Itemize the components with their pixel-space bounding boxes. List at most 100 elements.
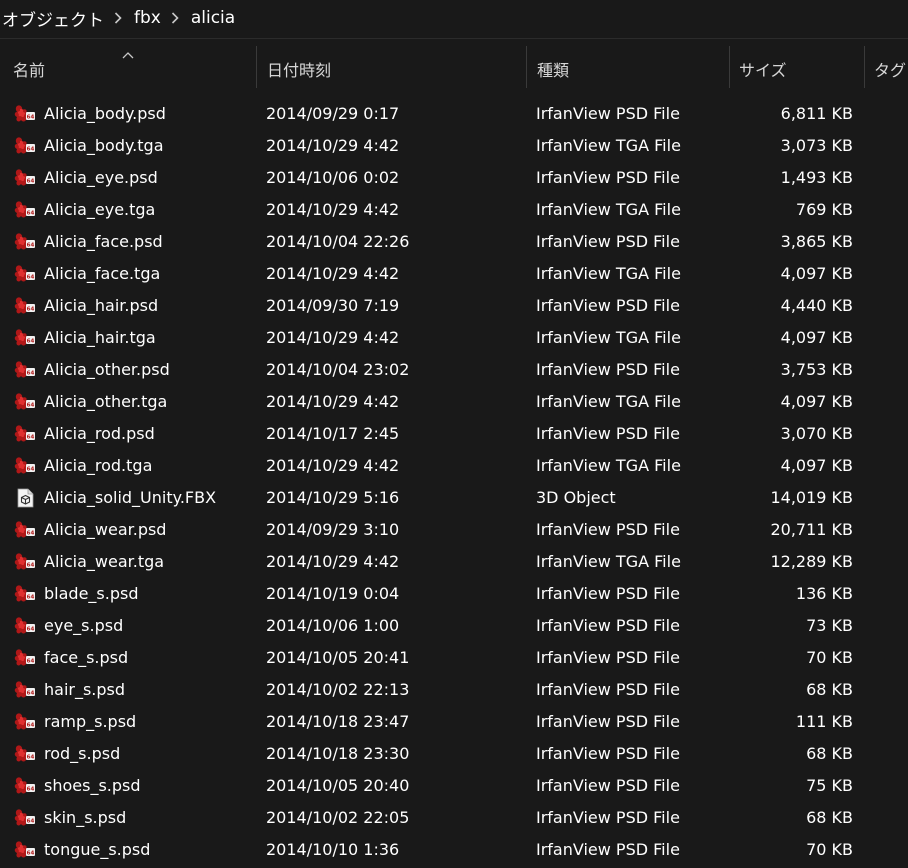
file-row[interactable]: 64 face_s.psd 2014/10/05 20:41 IrfanView PS… <box>0 642 908 674</box>
svg-text:64: 64 <box>27 595 35 601</box>
file-row[interactable]: 64 Alicia_wear.psd 2014/09/29 3:10 IrfanVie… <box>0 514 908 546</box>
file-row[interactable]: 64 Alicia_body.tga 2014/10/29 4:42 IrfanVie… <box>0 130 908 162</box>
file-type: IrfanView PSD File <box>536 808 680 827</box>
column-resize-handle[interactable] <box>864 46 865 88</box>
column-header-tags[interactable]: タグ <box>874 57 906 81</box>
file-name: eye_s.psd <box>44 616 124 635</box>
3d-object-icon <box>14 488 36 508</box>
irfanview-icon: 64 <box>14 712 36 732</box>
file-size: 3,073 KB <box>780 136 853 155</box>
file-type: IrfanView PSD File <box>536 360 680 379</box>
column-resize-handle[interactable] <box>729 46 730 88</box>
file-type: IrfanView PSD File <box>536 232 680 251</box>
file-size: 68 KB <box>806 680 853 699</box>
irfanview-icon: 64 <box>14 840 36 860</box>
file-row[interactable]: 64 Alicia_hair.psd 2014/09/30 7:19 IrfanVie… <box>0 290 908 322</box>
file-row[interactable]: 64 Alicia_other.psd 2014/10/04 23:02 IrfanV… <box>0 354 908 386</box>
file-row[interactable]: 64 Alicia_face.tga 2014/10/29 4:42 IrfanVie… <box>0 258 908 290</box>
irfanview-icon: 64 <box>14 136 36 156</box>
irfanview-icon: 64 <box>14 296 36 316</box>
svg-text:64: 64 <box>27 243 35 249</box>
file-date: 2014/09/29 3:10 <box>266 520 400 539</box>
svg-text:64: 64 <box>27 307 35 313</box>
file-row[interactable]: 64 tongue_s.psd 2014/10/10 1:36 IrfanView P… <box>0 834 908 866</box>
file-name: Alicia_eye.psd <box>44 168 158 187</box>
file-row[interactable]: 64 Alicia_rod.psd 2014/10/17 2:45 IrfanView… <box>0 418 908 450</box>
svg-text:64: 64 <box>27 339 35 345</box>
breadcrumb-item-objects[interactable]: オブジェクト <box>2 6 104 31</box>
file-type: IrfanView PSD File <box>536 840 680 859</box>
breadcrumb: オブジェクト fbx alicia <box>0 0 908 36</box>
file-date: 2014/10/29 4:42 <box>266 328 400 347</box>
file-row[interactable]: 64 skin_s.psd 2014/10/02 22:05 IrfanView PS… <box>0 802 908 834</box>
svg-text:64: 64 <box>27 819 35 825</box>
file-date: 2014/09/30 7:19 <box>266 296 400 315</box>
file-type: IrfanView TGA File <box>536 552 681 571</box>
file-date: 2014/10/29 4:42 <box>266 552 400 571</box>
file-row[interactable]: 64 Alicia_eye.psd 2014/10/06 0:02 IrfanView… <box>0 162 908 194</box>
file-name: face_s.psd <box>44 648 129 667</box>
file-date: 2014/10/04 22:26 <box>266 232 410 251</box>
file-date: 2014/10/29 4:42 <box>266 456 400 475</box>
file-date: 2014/10/29 5:16 <box>266 488 400 507</box>
file-row[interactable]: 64 ramp_s.psd 2014/10/18 23:47 IrfanView PS… <box>0 706 908 738</box>
file-row[interactable]: 64 rod_s.psd 2014/10/18 23:30 IrfanView PSD… <box>0 738 908 770</box>
file-type: IrfanView TGA File <box>536 136 681 155</box>
column-header-name[interactable]: 名前 <box>13 57 45 81</box>
irfanview-icon: 64 <box>14 360 36 380</box>
file-date: 2014/10/29 4:42 <box>266 392 400 411</box>
file-size: 3,865 KB <box>780 232 853 251</box>
file-size: 136 KB <box>795 584 853 603</box>
file-size: 3,070 KB <box>780 424 853 443</box>
svg-text:64: 64 <box>27 659 35 665</box>
breadcrumb-item-fbx[interactable]: fbx <box>134 8 161 28</box>
file-size: 769 KB <box>795 200 853 219</box>
file-name: skin_s.psd <box>44 808 127 827</box>
file-size: 4,097 KB <box>780 328 853 347</box>
file-name: Alicia_rod.tga <box>44 456 153 475</box>
file-list: 64 Alicia_body.psd 2014/09/29 0:17 IrfanVie… <box>0 98 908 866</box>
chevron-right-icon[interactable] <box>109 10 129 26</box>
file-row[interactable]: 64 Alicia_face.psd 2014/10/04 22:26 IrfanVi… <box>0 226 908 258</box>
file-type: IrfanView PSD File <box>536 648 680 667</box>
file-date: 2014/10/17 2:45 <box>266 424 400 443</box>
file-date: 2014/10/04 23:02 <box>266 360 410 379</box>
file-row[interactable]: 64 Alicia_body.psd 2014/09/29 0:17 IrfanVie… <box>0 98 908 130</box>
file-size: 4,097 KB <box>780 456 853 475</box>
file-row[interactable]: 64 Alicia_eye.tga 2014/10/29 4:42 IrfanView… <box>0 194 908 226</box>
chevron-right-icon[interactable] <box>166 10 186 26</box>
file-row[interactable]: 64 Alicia_hair.tga 2014/10/29 4:42 IrfanVie… <box>0 322 908 354</box>
column-header-type[interactable]: 種類 <box>537 57 569 81</box>
file-date: 2014/10/29 4:42 <box>266 264 400 283</box>
column-resize-handle[interactable] <box>256 46 257 88</box>
file-date: 2014/10/18 23:30 <box>266 744 410 763</box>
file-name: Alicia_body.psd <box>44 104 166 123</box>
irfanview-icon: 64 <box>14 776 36 796</box>
file-date: 2014/10/29 4:42 <box>266 136 400 155</box>
file-row[interactable]: 64 Alicia_rod.tga 2014/10/29 4:42 IrfanView… <box>0 450 908 482</box>
file-name: ramp_s.psd <box>44 712 137 731</box>
column-header-date[interactable]: 日付時刻 <box>267 57 331 81</box>
irfanview-icon: 64 <box>14 168 36 188</box>
svg-text:64: 64 <box>27 179 35 185</box>
file-size: 6,811 KB <box>780 104 853 123</box>
column-header-size[interactable]: サイズ <box>739 57 787 81</box>
irfanview-icon: 64 <box>14 264 36 284</box>
file-row[interactable]: Alicia_solid_Unity.FBX 2014/10/29 5:16 3D … <box>0 482 908 514</box>
file-date: 2014/10/05 20:41 <box>266 648 410 667</box>
svg-text:64: 64 <box>27 115 35 121</box>
file-row[interactable]: 64 hair_s.psd 2014/10/02 22:13 IrfanView PS… <box>0 674 908 706</box>
column-resize-handle[interactable] <box>526 46 527 88</box>
file-row[interactable]: 64 Alicia_wear.tga 2014/10/29 4:42 IrfanVie… <box>0 546 908 578</box>
irfanview-icon: 64 <box>14 456 36 476</box>
file-row[interactable]: 64 Alicia_other.tga 2014/10/29 4:42 IrfanVi… <box>0 386 908 418</box>
irfanview-icon: 64 <box>14 552 36 572</box>
file-row[interactable]: 64 eye_s.psd 2014/10/06 1:00 IrfanView PSD … <box>0 610 908 642</box>
file-row[interactable]: 64 blade_s.psd 2014/10/19 0:04 IrfanView PS… <box>0 578 908 610</box>
breadcrumb-item-alicia[interactable]: alicia <box>191 8 235 28</box>
file-name: tongue_s.psd <box>44 840 151 859</box>
file-date: 2014/10/06 1:00 <box>266 616 400 635</box>
svg-text:64: 64 <box>27 723 35 729</box>
file-row[interactable]: 64 shoes_s.psd 2014/10/05 20:40 IrfanView P… <box>0 770 908 802</box>
file-type: IrfanView PSD File <box>536 680 680 699</box>
